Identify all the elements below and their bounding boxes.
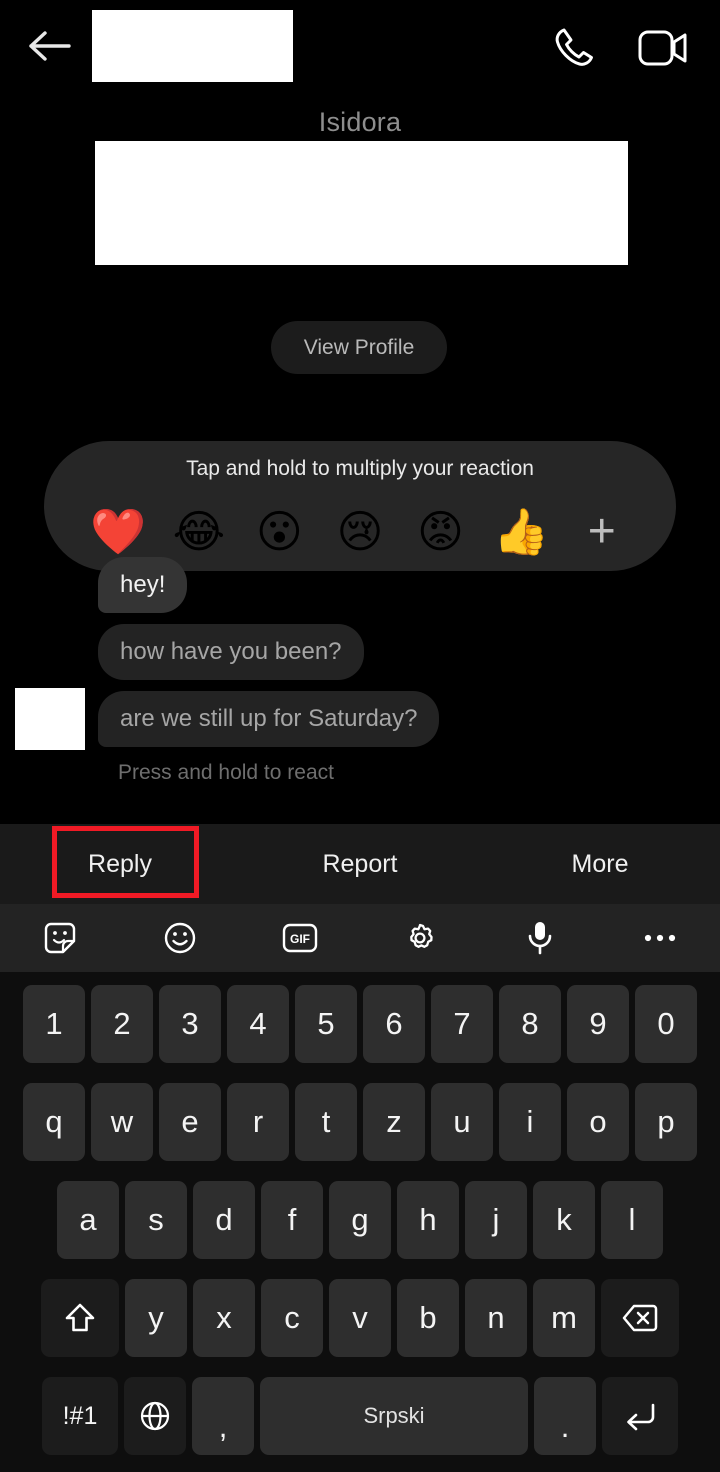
message-bubble-selected[interactable]: hey!: [98, 557, 188, 613]
angry-reaction[interactable]: 😡: [400, 502, 481, 562]
chat-screen: Isidora View Profile Tap and hold to mul…: [0, 0, 720, 1472]
settings-gear-icon[interactable]: [360, 921, 480, 955]
key-b[interactable]: b: [397, 1279, 459, 1357]
page-title: Isidora: [318, 107, 402, 137]
heart-reaction[interactable]: ❤️: [78, 502, 159, 562]
key-7[interactable]: 7: [431, 985, 493, 1063]
key-z[interactable]: z: [363, 1083, 425, 1161]
chat-header: [0, 0, 720, 92]
back-arrow-icon[interactable]: [28, 30, 72, 62]
message-bubble[interactable]: are we still up for Saturday?: [98, 691, 440, 747]
microphone-icon[interactable]: [480, 920, 600, 956]
key-i[interactable]: i: [499, 1083, 561, 1161]
key-s[interactable]: s: [125, 1181, 187, 1259]
phone-icon[interactable]: [552, 26, 598, 68]
space-key[interactable]: Srpski: [260, 1377, 528, 1455]
message-action-bar: Reply Report More: [0, 824, 720, 904]
key-y[interactable]: y: [125, 1279, 187, 1357]
key-a[interactable]: a: [57, 1181, 119, 1259]
key-g[interactable]: g: [329, 1181, 391, 1259]
key-j[interactable]: j: [465, 1181, 527, 1259]
enter-key[interactable]: [602, 1377, 678, 1455]
symbols-key[interactable]: !#1: [42, 1377, 118, 1455]
crying-reaction[interactable]: 😢: [320, 502, 401, 562]
overflow-menu-icon[interactable]: [600, 933, 720, 943]
key-o[interactable]: o: [567, 1083, 629, 1161]
comma-key[interactable]: ,: [192, 1377, 254, 1455]
view-profile-button[interactable]: View Profile: [271, 321, 447, 374]
key-6[interactable]: 6: [363, 985, 425, 1063]
keyboard-row-bottom: y x c v b n m: [0, 1272, 720, 1364]
key-k[interactable]: k: [533, 1181, 595, 1259]
key-p[interactable]: p: [635, 1083, 697, 1161]
reply-button[interactable]: Reply: [0, 850, 240, 879]
key-v[interactable]: v: [329, 1279, 391, 1357]
press-hold-hint: Press and hold to react: [118, 761, 334, 784]
sticker-icon[interactable]: [0, 921, 120, 955]
key-r[interactable]: r: [227, 1083, 289, 1161]
redacted-sender-avatar: [15, 688, 85, 750]
key-n[interactable]: n: [465, 1279, 527, 1357]
key-4[interactable]: 4: [227, 985, 289, 1063]
key-2[interactable]: 2: [91, 985, 153, 1063]
svg-text:GIF: GIF: [290, 932, 310, 946]
key-l[interactable]: l: [601, 1181, 663, 1259]
more-button[interactable]: More: [480, 850, 720, 879]
reaction-hint-text: Tap and hold to multiply your reaction: [186, 457, 534, 480]
key-c[interactable]: c: [261, 1279, 323, 1357]
keyboard-row-home: a s d f g h j k l: [0, 1174, 720, 1266]
reaction-picker: Tap and hold to multiply your reaction ❤…: [44, 441, 676, 571]
keyboard-row-numbers: 1 2 3 4 5 6 7 8 9 0: [0, 978, 720, 1070]
video-camera-icon[interactable]: [638, 28, 690, 68]
key-x[interactable]: x: [193, 1279, 255, 1357]
backspace-icon: [622, 1304, 658, 1332]
message-list: hey! how have you been? are we still up …: [0, 556, 720, 816]
keyboard-toolbar: GIF: [0, 904, 720, 972]
key-d[interactable]: d: [193, 1181, 255, 1259]
thumbs-up-reaction[interactable]: 👍: [481, 502, 562, 562]
keyboard-row-space: !#1 , Srpski .: [0, 1370, 720, 1462]
shift-icon: [65, 1303, 95, 1332]
key-m[interactable]: m: [533, 1279, 595, 1357]
key-3[interactable]: 3: [159, 985, 221, 1063]
emoji-icon[interactable]: [120, 921, 240, 955]
backspace-key[interactable]: [601, 1279, 679, 1357]
shift-key[interactable]: [41, 1279, 119, 1357]
surprised-reaction[interactable]: 😮: [239, 502, 320, 562]
on-screen-keyboard: 1 2 3 4 5 6 7 8 9 0 q w e r t z u i o p …: [0, 972, 720, 1472]
language-key[interactable]: [124, 1377, 186, 1455]
key-t[interactable]: t: [295, 1083, 357, 1161]
key-w[interactable]: w: [91, 1083, 153, 1161]
redacted-profile-image: [95, 141, 628, 265]
add-reaction-icon[interactable]: +: [561, 505, 642, 559]
key-f[interactable]: f: [261, 1181, 323, 1259]
globe-icon: [140, 1401, 170, 1431]
key-9[interactable]: 9: [567, 985, 629, 1063]
key-h[interactable]: h: [397, 1181, 459, 1259]
key-q[interactable]: q: [23, 1083, 85, 1161]
redacted-contact-name: [92, 10, 293, 82]
key-u[interactable]: u: [431, 1083, 493, 1161]
keyboard-row-top: q w e r t z u i o p: [0, 1076, 720, 1168]
gif-icon[interactable]: GIF: [240, 923, 360, 953]
key-1[interactable]: 1: [23, 985, 85, 1063]
joy-reaction[interactable]: 😂: [159, 502, 240, 562]
report-button[interactable]: Report: [240, 850, 480, 879]
period-key[interactable]: .: [534, 1377, 596, 1455]
key-8[interactable]: 8: [499, 985, 561, 1063]
key-0[interactable]: 0: [635, 985, 697, 1063]
key-5[interactable]: 5: [295, 985, 357, 1063]
key-e[interactable]: e: [159, 1083, 221, 1161]
message-bubble[interactable]: how have you been?: [98, 624, 364, 680]
enter-icon: [627, 1403, 655, 1431]
